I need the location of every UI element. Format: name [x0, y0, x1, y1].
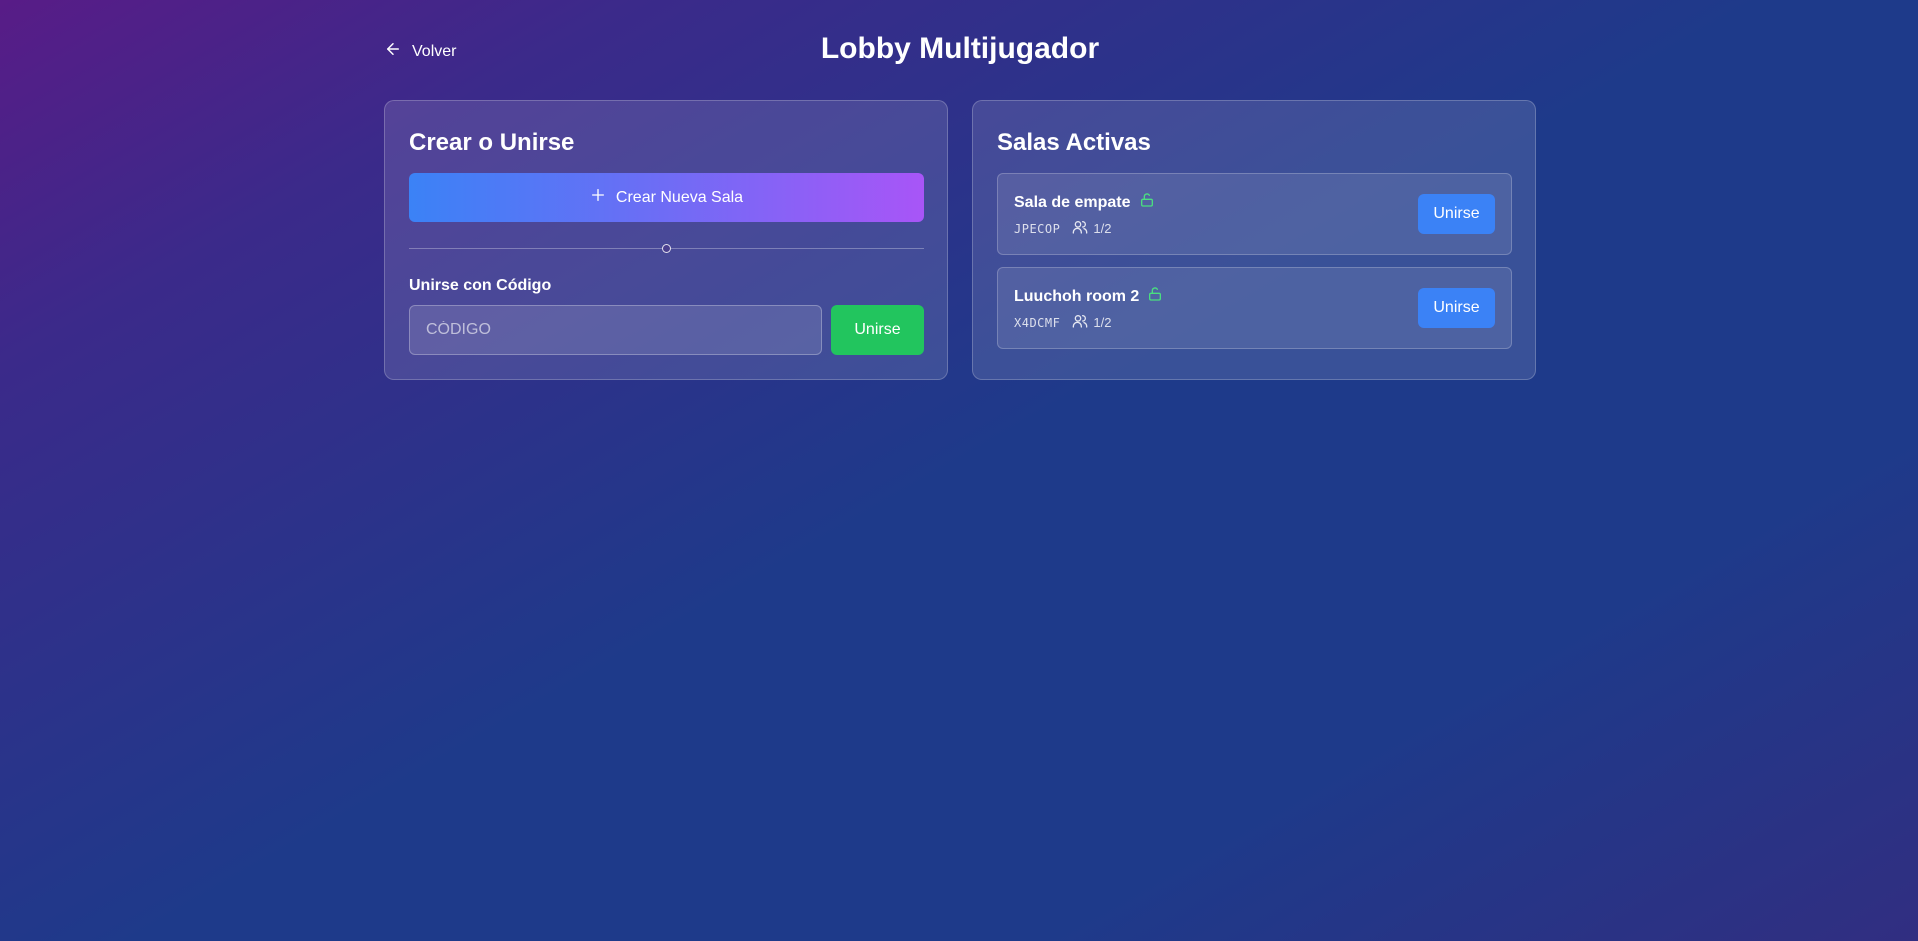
player-count-value: 1/2	[1093, 221, 1112, 236]
users-icon	[1072, 219, 1088, 238]
player-count: 1/2	[1072, 313, 1111, 332]
plus-icon	[590, 187, 606, 208]
room-name: Luuchoh room 2	[1014, 287, 1140, 305]
join-room-button[interactable]: Unirse	[1418, 194, 1495, 234]
create-room-button[interactable]: Crear Nueva Sala	[409, 173, 924, 222]
room-code: X4DCMF	[1014, 315, 1061, 330]
room-item: Luuchoh room 2 X4DCMF 1/2 Unirse	[997, 267, 1512, 349]
unlock-icon	[1139, 192, 1155, 213]
page-title: Lobby Multijugador	[820, 32, 1100, 65]
users-icon	[1072, 313, 1088, 332]
room-name-row: Sala de empate	[1014, 192, 1155, 213]
create-join-card: Crear o Unirse Crear Nueva Sala Unirse c…	[384, 100, 948, 380]
player-count: 1/2	[1072, 219, 1111, 238]
active-rooms-card: Salas Activas Sala de empate JPECOP 1/2 …	[972, 100, 1536, 380]
create-join-title: Crear o Unirse	[409, 129, 575, 156]
room-code: JPECOP	[1014, 221, 1061, 236]
room-name: Sala de empate	[1014, 193, 1131, 211]
header: Volver Lobby Multijugador	[384, 30, 1536, 72]
create-room-label: Crear Nueva Sala	[615, 188, 744, 206]
room-name-row: Luuchoh room 2	[1014, 286, 1163, 307]
divider-dot	[662, 244, 671, 253]
join-room-button[interactable]: Unirse	[1418, 288, 1495, 328]
active-rooms-title: Salas Activas	[997, 129, 1151, 156]
room-meta: X4DCMF 1/2	[1014, 313, 1111, 332]
room-item: Sala de empate JPECOP 1/2 Unirse	[997, 173, 1512, 255]
room-meta: JPECOP 1/2	[1014, 219, 1111, 238]
unlock-icon	[1147, 286, 1163, 307]
player-count-value: 1/2	[1093, 315, 1112, 330]
join-code-button[interactable]: Unirse	[831, 305, 924, 355]
room-code-input[interactable]	[409, 305, 822, 355]
join-code-label: Unirse con Código	[409, 277, 552, 294]
